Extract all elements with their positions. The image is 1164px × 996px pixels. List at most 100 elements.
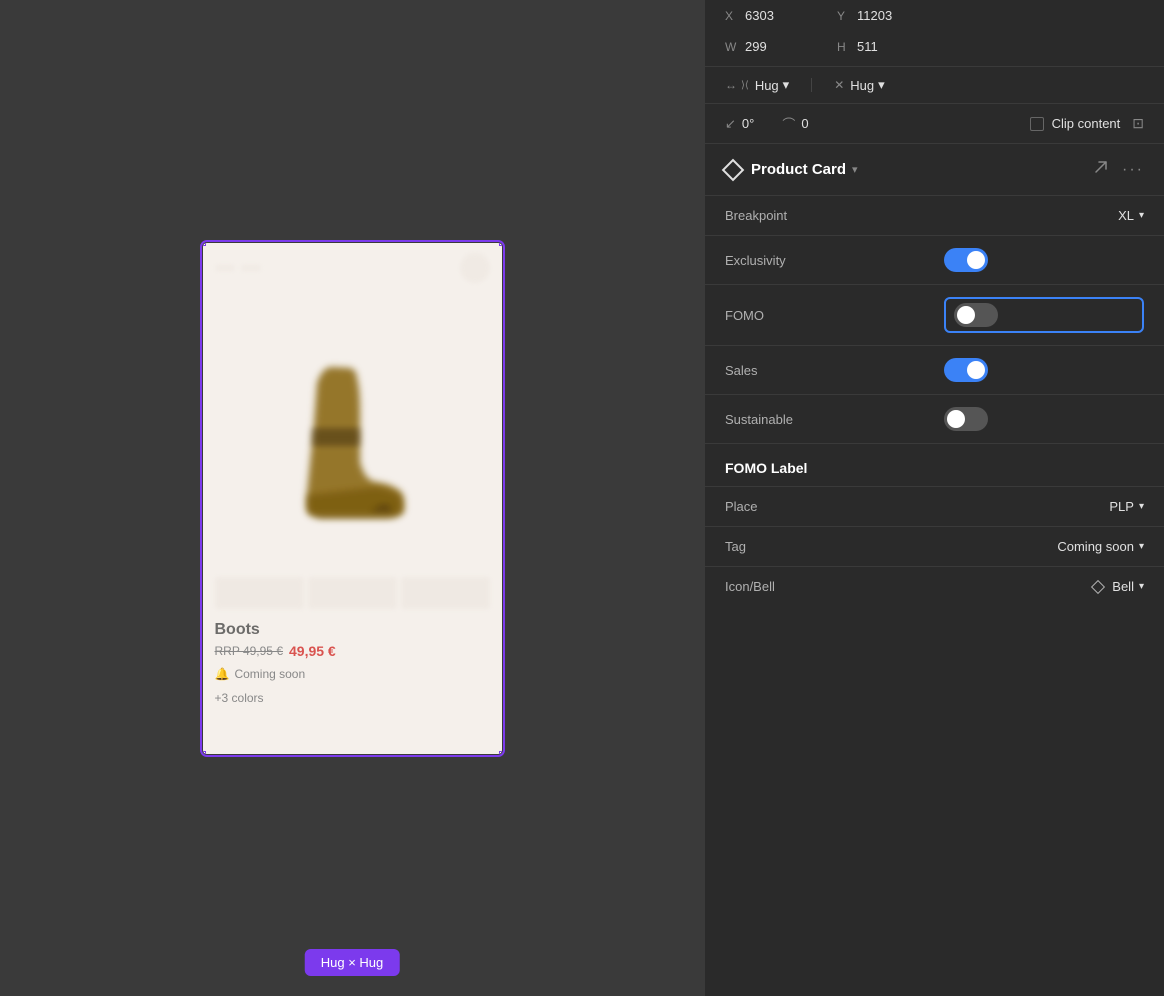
card-colors-count: +3 colors bbox=[203, 687, 502, 709]
x-label: X bbox=[725, 9, 739, 23]
clip-group: Clip content ⊡ bbox=[1030, 115, 1144, 132]
place-dropdown[interactable]: PLP ▾ bbox=[1109, 499, 1144, 514]
rotation-clip-row: ↙ 0° ⌒ 0 Clip content ⊡ bbox=[705, 104, 1164, 144]
w-value[interactable]: 299 bbox=[745, 39, 785, 54]
exclusivity-label: Exclusivity bbox=[725, 253, 944, 268]
place-value: PLP bbox=[1109, 499, 1134, 514]
sales-toggle-container bbox=[944, 358, 1144, 382]
fomo-label: FOMO bbox=[725, 308, 944, 323]
card-price-current: 49,95 € bbox=[289, 643, 336, 659]
h-sizing-chevron: ▾ bbox=[783, 77, 790, 93]
h-sizing-arrows-icon: ⟩⟨ bbox=[741, 80, 749, 91]
h-sizing-group: ↔ ⟩⟨ Hug ▾ bbox=[725, 77, 789, 93]
card-image-area bbox=[203, 293, 502, 573]
handle-tr[interactable] bbox=[499, 243, 502, 246]
swatch-3 bbox=[401, 577, 490, 609]
breakpoint-dropdown[interactable]: XL ▾ bbox=[1118, 208, 1144, 223]
sales-row: Sales bbox=[705, 346, 1164, 395]
card-coming-soon: 🔔 Coming soon bbox=[203, 661, 502, 687]
sustainable-row: Sustainable bbox=[705, 395, 1164, 444]
card-product-title: Boots bbox=[203, 613, 502, 641]
corner-value[interactable]: 0 bbox=[801, 116, 808, 131]
card-price-row: RRP 49,95 € 49,95 € bbox=[203, 641, 502, 661]
w-label: W bbox=[725, 40, 739, 54]
rotation-group: ↙ 0° bbox=[725, 116, 754, 132]
breakpoint-label: Breakpoint bbox=[725, 208, 1118, 223]
right-panel: X 6303 Y 11203 W 299 H 511 ↔ ⟩⟨ Hug ▾ bbox=[704, 0, 1164, 996]
y-dimension: Y 11203 bbox=[837, 8, 897, 23]
x-dimension: X 6303 bbox=[725, 8, 785, 23]
place-chevron: ▾ bbox=[1139, 501, 1144, 512]
h-label: H bbox=[837, 40, 851, 54]
sizing-row: ↔ ⟩⟨ Hug ▾ ✕ Hug ▾ bbox=[705, 67, 1164, 104]
sales-toggle-knob bbox=[967, 361, 985, 379]
place-row: Place PLP ▾ bbox=[705, 487, 1164, 527]
detach-icon[interactable] bbox=[1092, 158, 1110, 181]
clip-label: Clip content bbox=[1052, 116, 1121, 131]
component-name: Product Card bbox=[751, 161, 846, 178]
card-price-original: RRP 49,95 € bbox=[215, 644, 284, 658]
y-label: Y bbox=[837, 9, 851, 23]
tag-dropdown[interactable]: Coming soon ▾ bbox=[1057, 539, 1144, 554]
more-options-icon[interactable]: ··· bbox=[1122, 161, 1144, 179]
component-diamond-icon bbox=[722, 158, 745, 181]
h-sizing-label: Hug bbox=[755, 78, 779, 93]
component-name-group[interactable]: Product Card ▾ bbox=[751, 161, 1082, 178]
fomo-label-section-title: FOMO Label bbox=[705, 444, 1164, 487]
swatch-1 bbox=[215, 577, 304, 609]
sustainable-toggle-container bbox=[944, 407, 1144, 431]
breakpoint-chevron: ▾ bbox=[1139, 210, 1144, 221]
w-dimension: W 299 bbox=[725, 39, 785, 54]
h-value[interactable]: 511 bbox=[857, 39, 897, 54]
sustainable-toggle[interactable] bbox=[944, 407, 988, 431]
exclusivity-toggle[interactable] bbox=[944, 248, 988, 272]
x-value[interactable]: 6303 bbox=[745, 8, 785, 23]
bell-icon-card: 🔔 bbox=[215, 667, 230, 681]
boot-image bbox=[252, 333, 452, 533]
sales-toggle[interactable] bbox=[944, 358, 988, 382]
icon-bell-row: Icon/Bell Bell ▾ bbox=[705, 567, 1164, 606]
wh-dimensions-row: W 299 H 511 bbox=[705, 31, 1164, 67]
product-card-frame[interactable]: Boots RRP 49,95 € 49,95 € 🔔 Coming soon … bbox=[203, 243, 502, 754]
v-sizing-dropdown[interactable]: Hug ▾ bbox=[850, 77, 884, 93]
handle-bl[interactable] bbox=[203, 751, 206, 754]
card-wishlist-icon bbox=[460, 253, 490, 283]
sustainable-label: Sustainable bbox=[725, 412, 944, 427]
xy-dimensions-row: X 6303 Y 11203 bbox=[705, 0, 1164, 31]
v-sizing-chevron: ▾ bbox=[878, 77, 885, 93]
fomo-row: FOMO bbox=[705, 285, 1164, 346]
component-header: Product Card ▾ ··· bbox=[705, 144, 1164, 196]
y-value[interactable]: 11203 bbox=[857, 8, 897, 23]
place-label: Place bbox=[725, 499, 1109, 514]
v-sizing-label: Hug bbox=[850, 78, 874, 93]
icon-bell-dropdown[interactable]: Bell ▾ bbox=[1093, 579, 1144, 594]
card-top-bar bbox=[203, 243, 502, 293]
fomo-toggle-knob bbox=[957, 306, 975, 324]
card-tag-pill-2 bbox=[241, 265, 261, 271]
fomo-toggle-container[interactable] bbox=[944, 297, 1144, 333]
bell-diamond-icon bbox=[1091, 579, 1105, 593]
rotation-icon: ↙ bbox=[725, 116, 736, 132]
canvas-size-label: Hug × Hug bbox=[305, 949, 400, 976]
rotation-value[interactable]: 0° bbox=[742, 116, 754, 131]
handle-tl[interactable] bbox=[203, 243, 206, 246]
icon-bell-label: Icon/Bell bbox=[725, 579, 1093, 594]
clip-checkbox[interactable] bbox=[1030, 117, 1044, 131]
tag-row: Tag Coming soon ▾ bbox=[705, 527, 1164, 567]
h-sizing-dropdown[interactable]: Hug ▾ bbox=[755, 77, 789, 93]
fomo-toggle[interactable] bbox=[954, 303, 998, 327]
h-dimension: H 511 bbox=[837, 39, 897, 54]
breakpoint-row: Breakpoint XL ▾ bbox=[705, 196, 1164, 236]
icon-bell-chevron: ▾ bbox=[1139, 581, 1144, 592]
h-sizing-icon: ↔ bbox=[725, 78, 737, 92]
v-sizing-group: ✕ Hug ▾ bbox=[834, 77, 884, 93]
swatch-2 bbox=[308, 577, 397, 609]
card-swatches bbox=[203, 573, 502, 613]
card-tag-pill bbox=[215, 265, 235, 271]
v-sizing-cross-icon: ✕ bbox=[834, 78, 844, 92]
tag-value: Coming soon bbox=[1057, 539, 1134, 554]
tag-label: Tag bbox=[725, 539, 1057, 554]
card-top-left bbox=[215, 265, 261, 271]
clip-corners-icon: ⊡ bbox=[1132, 115, 1144, 132]
handle-br[interactable] bbox=[499, 751, 502, 754]
